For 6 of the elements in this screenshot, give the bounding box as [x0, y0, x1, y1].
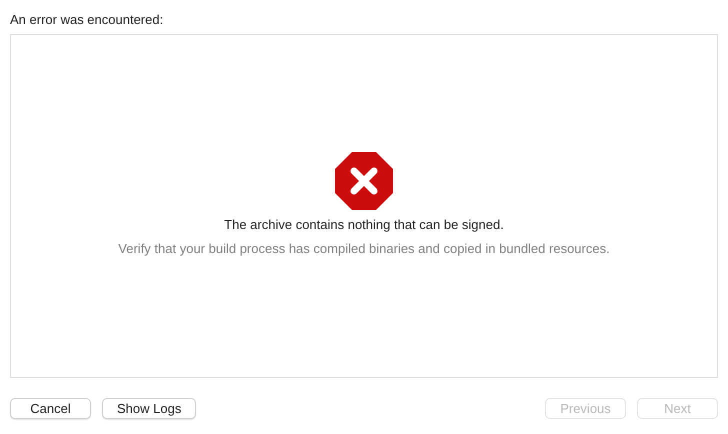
- error-icon: [334, 150, 394, 210]
- left-button[interactable]: Cancel: [10, 398, 91, 419]
- error-title: The archive contains nothing that can be signed.: [224, 216, 504, 232]
- error-detail: Verify that your build process has compiled binaries and copied in bundled resources.: [118, 240, 610, 256]
- heading: An error was encountered:: [10, 11, 164, 29]
- left-button[interactable]: Show Logs: [102, 398, 196, 419]
